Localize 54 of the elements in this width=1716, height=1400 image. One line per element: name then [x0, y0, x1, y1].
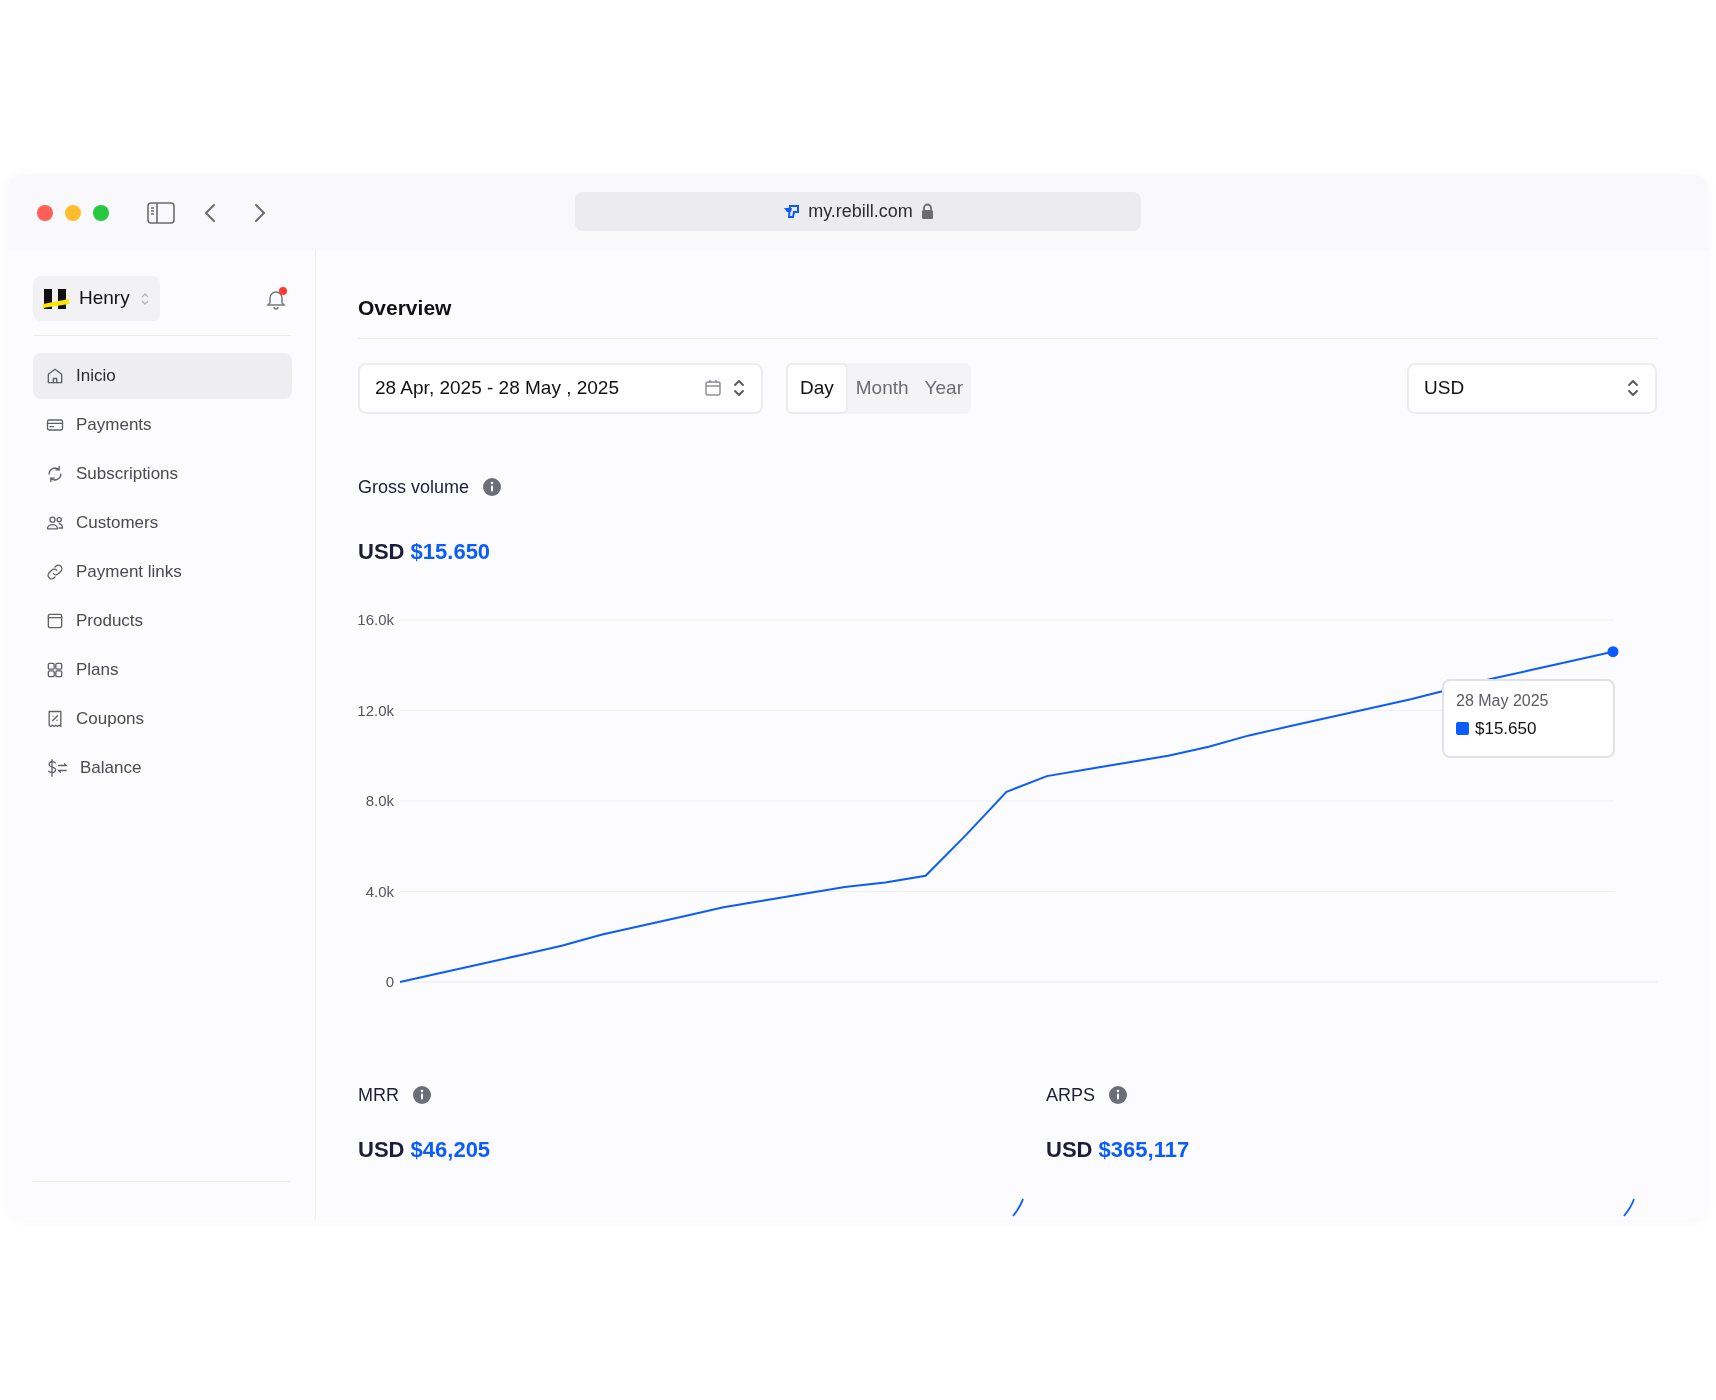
sidebar-toggle-icon[interactable] [147, 201, 175, 224]
close-window-button[interactable] [37, 204, 53, 221]
sidebar-item[interactable]: Balance [33, 745, 292, 791]
metric-value: USD $15.650 [358, 540, 492, 563]
sparkline [1012, 1196, 1024, 1217]
axis-tick-label: 4.0k [365, 882, 394, 899]
page-title: Overview [358, 295, 453, 321]
workspace-logo-icon [43, 287, 69, 310]
dollar-exchange-icon [45, 758, 69, 778]
axis-tick-label: 0 [385, 972, 394, 990]
calendar-icon [704, 379, 722, 397]
chevrons-icon [732, 377, 746, 399]
workspace-switcher[interactable]: Henry [33, 276, 160, 321]
date-range-picker[interactable]: 28 Apr, 2025 - 28 May , 2025 [358, 362, 763, 414]
sidebar-item[interactable]: Coupons [33, 696, 292, 742]
address-bar[interactable]: my.rebill.com [575, 192, 1141, 231]
period-tab[interactable]: Year [916, 362, 971, 414]
tooltip-value: $15.650 [1475, 718, 1537, 739]
info-icon[interactable] [483, 478, 502, 496]
period-tab[interactable]: Day [786, 362, 848, 414]
metric-label: ARPS [1046, 1083, 1096, 1107]
sparkline [1623, 1196, 1635, 1217]
sidebar-item[interactable]: Plans [33, 647, 292, 693]
sidebar-item[interactable]: Products [33, 598, 292, 644]
sidebar-item[interactable]: Payment links [33, 549, 292, 595]
sidebar-item[interactable]: Subscriptions [33, 451, 292, 497]
metric-value: USD $365,117 [1046, 1138, 1191, 1161]
metric-label: Gross volume [358, 475, 470, 499]
sidebar-item[interactable]: Customers [33, 500, 292, 546]
square-icon [45, 611, 65, 631]
tooltip-date: 28 May 2025 [1456, 690, 1550, 711]
legend-swatch [1456, 722, 1469, 735]
chevrons-icon [1626, 377, 1640, 399]
link-icon [45, 562, 65, 582]
home-icon [45, 366, 65, 386]
data-point[interactable] [1607, 645, 1619, 657]
site-logo-icon [782, 203, 801, 220]
info-icon[interactable] [413, 1086, 431, 1104]
lock-icon [920, 203, 934, 220]
axis-tick-label: 8.0k [365, 791, 394, 809]
notification-bell-icon[interactable] [265, 287, 287, 310]
axis-tick-label: 16.0k [357, 610, 394, 628]
axis-tick-label: 12.0k [357, 701, 394, 718]
sidebar-item[interactable]: Payments [33, 402, 292, 448]
period-tab[interactable]: Month [847, 362, 917, 414]
forward-icon[interactable] [253, 201, 267, 224]
back-icon[interactable] [203, 201, 217, 224]
sidebar-item[interactable]: Inicio [33, 353, 292, 399]
info-icon[interactable] [1109, 1086, 1128, 1104]
url-text: my.rebill.com [808, 200, 913, 223]
metric-label: MRR [358, 1083, 399, 1107]
metric-value: USD $46,205 [358, 1138, 492, 1161]
grid-icon [45, 660, 65, 680]
currency-select[interactable]: USD [1407, 362, 1657, 414]
